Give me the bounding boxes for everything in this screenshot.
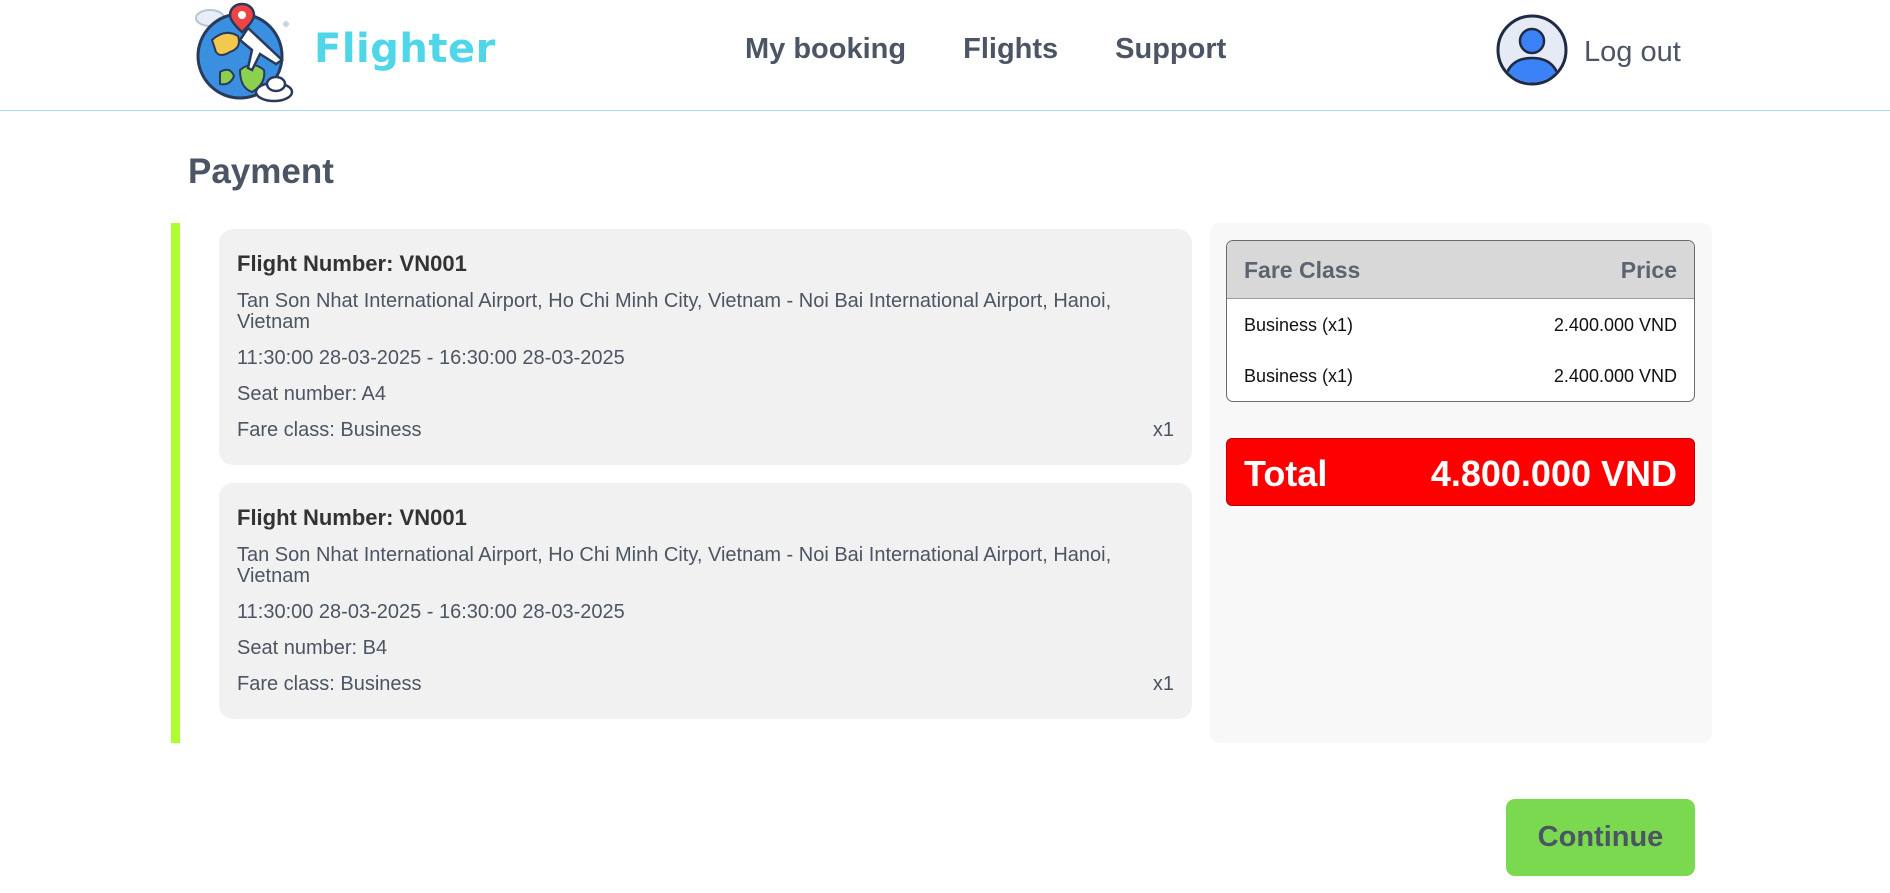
seat-number: Seat number: A4 xyxy=(237,383,386,405)
total-value: 4.800.000 VND xyxy=(1430,453,1677,494)
total-label: Total xyxy=(1244,453,1328,494)
flight-time: 11:30:00 28-03-2025 - 16:30:00 28-03-202… xyxy=(237,601,625,623)
flight-number: Flight Number: VN001 xyxy=(237,505,467,530)
nav-support[interactable]: Support xyxy=(1115,33,1226,66)
fare-cell: Business (x1) xyxy=(1244,315,1354,335)
fare-price-table: Fare Class Price Business (x1) 2.400.000… xyxy=(1226,240,1695,402)
total-box: Total 4.800.000 VND xyxy=(1226,438,1695,506)
price-summary-panel: Fare Class Price Business (x1) 2.400.000… xyxy=(1210,223,1712,743)
fare-class: Fare class: Business xyxy=(237,419,422,441)
ticket-card: Flight Number: VN001 Tan Son Nhat Intern… xyxy=(219,229,1192,465)
ticket-quantity: x1 xyxy=(1152,673,1174,695)
price-cell: 2.400.000 VND xyxy=(1553,366,1677,386)
brand-name[interactable]: Flighter xyxy=(314,26,496,72)
flight-number: Flight Number: VN001 xyxy=(237,251,467,276)
column-header-price: Price xyxy=(1620,257,1677,283)
seat-number: Seat number: B4 xyxy=(237,637,388,659)
continue-button[interactable]: Continue xyxy=(1506,799,1695,876)
nav-my-booking[interactable]: My booking xyxy=(745,33,906,66)
ticket-card: Flight Number: VN001 Tan Son Nhat Intern… xyxy=(219,483,1192,719)
column-header-fare-class: Fare Class xyxy=(1244,257,1361,283)
fare-cell: Business (x1) xyxy=(1244,366,1354,386)
user-avatar-icon[interactable] xyxy=(1496,14,1568,86)
flight-route: Tan Son Nhat International Airport, Ho C… xyxy=(237,290,1112,333)
main-nav: My booking Flights Support xyxy=(745,33,1226,66)
nav-flights[interactable]: Flights xyxy=(963,33,1058,66)
globe-airplane-logo-icon[interactable] xyxy=(190,0,296,106)
flight-route: Tan Son Nhat International Airport, Ho C… xyxy=(237,544,1112,587)
accent-bar xyxy=(171,223,180,743)
logout-link[interactable]: Log out xyxy=(1584,36,1681,69)
table-row: Business (x1) 2.400.000 VND xyxy=(1227,299,1694,350)
price-cell: 2.400.000 VND xyxy=(1553,315,1677,335)
flight-time: 11:30:00 28-03-2025 - 16:30:00 28-03-202… xyxy=(237,347,625,369)
page-title: Payment xyxy=(188,152,334,191)
table-header: Fare Class Price xyxy=(1227,241,1694,299)
table-row: Business (x1) 2.400.000 VND xyxy=(1227,350,1694,401)
top-navbar: Flighter My booking Flights Support Log … xyxy=(0,0,1890,111)
fare-class: Fare class: Business xyxy=(237,673,422,695)
ticket-quantity: x1 xyxy=(1152,419,1174,441)
